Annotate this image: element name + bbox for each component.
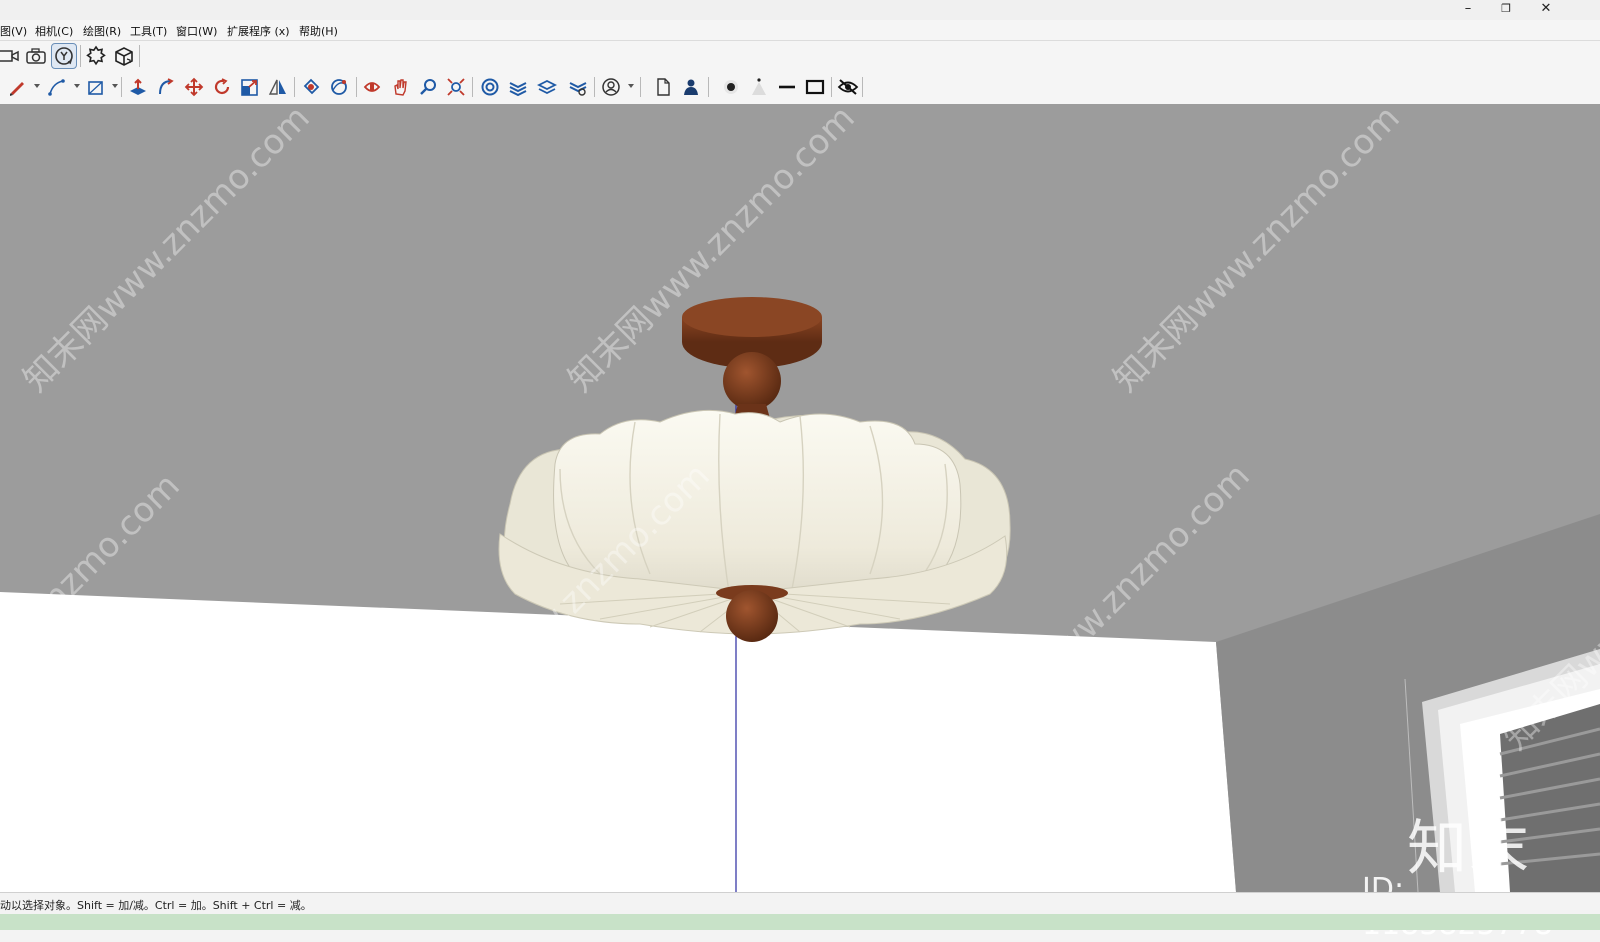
pencil-dropdown[interactable] [34,84,40,88]
bottom-strip [0,914,1600,930]
path-line-icon[interactable] [44,74,70,100]
rectangle-dropdown[interactable] [112,84,118,88]
menu-extensions[interactable]: 扩展程序 (x) [227,23,290,39]
scale-icon[interactable] [237,74,263,100]
pan-hand-icon[interactable] [387,74,413,100]
close-button[interactable]: ✕ [1526,0,1566,20]
menu-tools[interactable]: 工具(T) [130,23,167,39]
lamp-finial-ball [726,590,778,642]
mirror-icon[interactable] [265,74,291,100]
layers-stack-icon[interactable] [505,74,531,100]
lamp-stem-ball [723,352,781,410]
user-dropdown[interactable] [628,84,634,88]
toolbar-separator [294,77,295,97]
walk-icon[interactable] [359,74,385,100]
front-wall [0,592,1236,892]
follow-me-icon[interactable] [153,74,179,100]
path-dropdown[interactable] [74,84,80,88]
tools-toolbar [0,71,1600,105]
toolbar-separator [831,77,832,97]
menu-help[interactable]: 帮助(H) [299,23,338,39]
status-hint-text: 动以选择对象。Shift = 加/减。Ctrl = 加。Shift + Ctrl… [0,899,312,912]
toolbar-separator [121,77,122,97]
component-settings-icon[interactable] [477,74,503,100]
menu-bar: 图(V) 相机(C) 绘图(R) 工具(T) 窗口(W) 扩展程序 (x) 帮助… [0,20,1600,41]
new-page-icon[interactable] [650,74,676,100]
rectangle-draw-icon[interactable] [83,74,109,100]
rect-light-icon[interactable] [802,74,828,100]
cube-box-icon[interactable] [111,43,137,69]
scene-style-icon[interactable] [51,43,77,69]
view-toolbar [0,41,1600,71]
restore-button[interactable]: ❐ [1486,0,1526,20]
title-bar: – ❐ ✕ [0,0,1600,20]
user-circle-icon[interactable] [598,74,624,100]
paint-bucket-icon[interactable] [298,74,324,100]
minimize-button[interactable]: – [1448,0,1488,20]
layers-gear-icon[interactable] [565,74,591,100]
toolbar-separator [862,77,863,97]
zoom-extents-icon[interactable] [443,74,469,100]
toolbar-separator [472,77,473,97]
menu-window[interactable]: 窗口(W) [176,23,217,39]
orbit-sphere-icon[interactable] [326,74,352,100]
pencil-icon[interactable] [4,74,30,100]
camera-icon[interactable] [23,43,49,69]
toolbar-separator [80,45,81,67]
menu-draw[interactable]: 绘图(R) [83,23,121,39]
gear-flower-icon[interactable] [83,43,109,69]
video-camera-icon[interactable] [0,43,22,69]
menu-camera[interactable]: 相机(C) [35,23,73,39]
toolbar-separator [708,77,709,97]
point-light-icon[interactable] [718,74,744,100]
hide-eye-icon[interactable] [835,74,861,100]
model-viewport[interactable]: 知末网www.znzmo.com 知末网www.znzmo.com 知末网www… [0,104,1600,892]
status-bar: 动以选择对象。Shift = 加/减。Ctrl = 加。Shift + Ctrl… [0,892,1600,915]
toolbar-separator [640,77,641,97]
spot-light-icon[interactable] [746,74,772,100]
zoom-icon[interactable] [415,74,441,100]
room-scene [0,297,1600,892]
lamp-canopy-top [682,297,822,337]
toolbar-separator [139,45,140,67]
toolbar-separator [594,77,595,97]
toolbar-separator [356,77,357,97]
move-icon[interactable] [181,74,207,100]
push-pull-icon[interactable] [125,74,151,100]
layers-icon[interactable] [534,74,560,100]
rotate-icon[interactable] [209,74,235,100]
menu-view[interactable]: 图(V) [0,23,27,39]
person-icon[interactable] [678,74,704,100]
line-light-icon[interactable] [774,74,800,100]
